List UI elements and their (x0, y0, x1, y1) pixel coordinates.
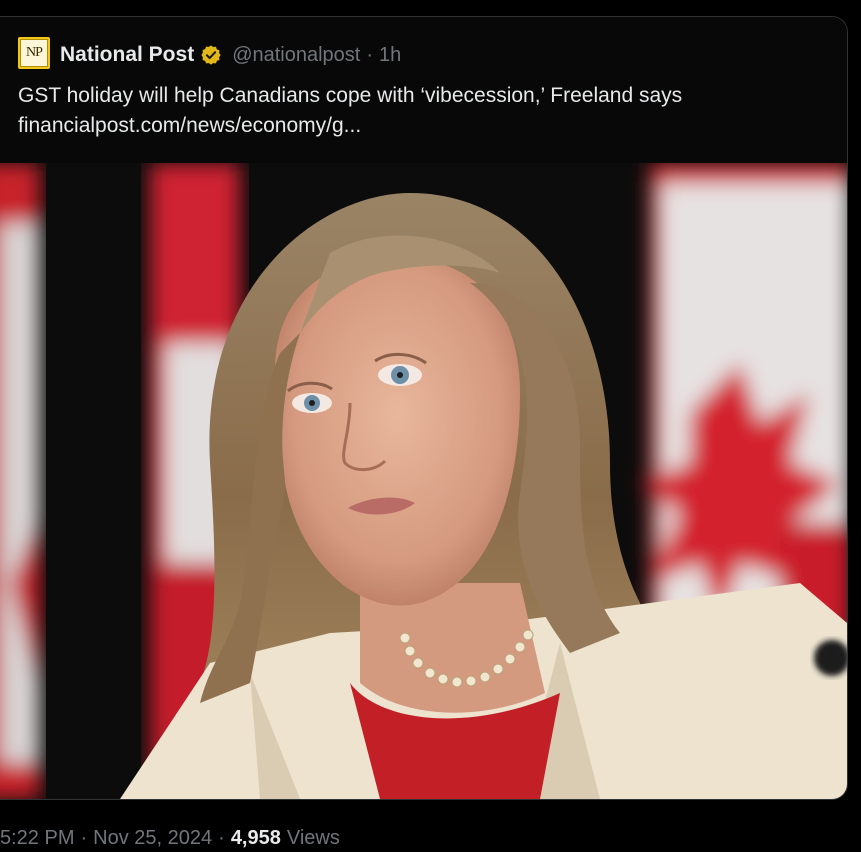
author-handle[interactable]: @nationalpost (232, 44, 360, 67)
views-label: Views (286, 826, 340, 849)
author-avatar[interactable]: NP (18, 37, 50, 69)
verified-badge-icon (201, 45, 221, 65)
post-photo[interactable] (0, 163, 847, 799)
post-date[interactable]: Nov 25, 2024 (93, 827, 212, 850)
national-post-logo-icon: NP (20, 39, 48, 67)
separator-dot: · (218, 826, 225, 849)
views-count: 4,958 (230, 826, 281, 849)
author-row: National Post @nationalpost · 1h (60, 41, 401, 69)
post-headline: GST holiday will help Canadians cope wit… (18, 84, 683, 107)
post-text: GST holiday will help Canadians cope wit… (18, 81, 828, 141)
post-footer: 5:22 PM · Nov 25, 2024 · 4,958 Views (0, 824, 340, 852)
flag-left-icon (0, 163, 40, 799)
author-name[interactable]: National Post (60, 43, 194, 67)
post-card[interactable]: NP National Post @nationalpost · 1h GST … (0, 16, 848, 800)
separator-dot: · (366, 43, 374, 66)
separator-dot: · (80, 826, 88, 849)
post-link[interactable]: financialpost.com/news/economy/g... (18, 111, 828, 141)
post-relative-time[interactable]: 1h (379, 44, 401, 67)
photo-illustration (0, 163, 847, 799)
post-header: NP National Post @nationalpost · 1h GST … (0, 17, 847, 163)
post-time[interactable]: 5:22 PM (0, 827, 74, 850)
